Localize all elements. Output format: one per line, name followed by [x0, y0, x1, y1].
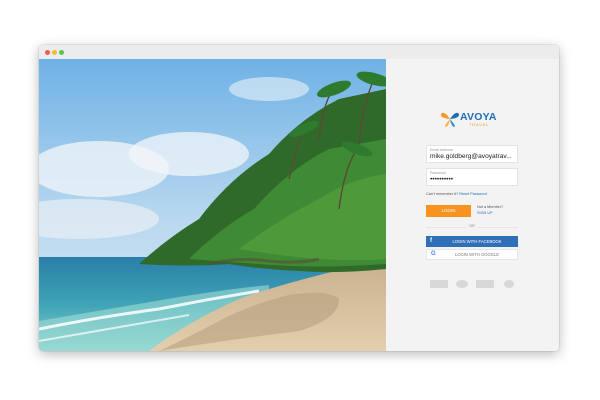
beach-hero-image — [39, 59, 386, 351]
window-titlebar — [39, 45, 559, 59]
signup-link[interactable]: SIGN UP — [477, 211, 493, 215]
minimize-window-button[interactable] — [52, 50, 57, 55]
partner-badge — [430, 280, 448, 288]
partner-badge — [456, 280, 468, 288]
reset-password-link[interactable]: Reset Password — [459, 192, 487, 196]
avoya-logo: AVOYA TRAVEL — [440, 110, 502, 128]
not-member-text: Not a Member? — [477, 205, 504, 209]
facebook-login-label: LOGIN WITH FACEBOOK — [452, 239, 502, 244]
browser-window: AVOYA TRAVEL Email Address mike.goldberg… — [39, 45, 559, 351]
password-label: Password — [430, 171, 446, 175]
partner-badges — [430, 280, 516, 289]
google-icon: G — [431, 251, 436, 257]
email-input[interactable]: mike.goldberg@avoyatrav... — [430, 153, 518, 160]
partner-badge — [476, 280, 494, 288]
email-field[interactable]: Email Address mike.goldberg@avoyatrav... — [426, 145, 518, 163]
forgot-prefix: Can't remember it? — [426, 192, 459, 196]
email-label: Email Address — [430, 148, 453, 152]
butterfly-icon — [440, 112, 460, 127]
beach-illustration — [39, 59, 386, 351]
facebook-icon: f — [430, 238, 432, 244]
or-text: OR — [466, 224, 478, 228]
forgot-password-row: Can't remember it? Reset Password — [426, 192, 487, 196]
maximize-window-button[interactable] — [59, 50, 64, 55]
partner-badge — [504, 280, 514, 288]
password-field[interactable]: Password •••••••••• — [426, 168, 518, 186]
login-panel: AVOYA TRAVEL Email Address mike.goldberg… — [386, 59, 559, 351]
google-login-label: LOGIN WITH GOOGLE — [454, 252, 500, 257]
brand-tagline: TRAVEL — [469, 122, 490, 127]
facebook-login-button[interactable]: f LOGIN WITH FACEBOOK — [426, 236, 518, 247]
google-login-button[interactable]: G LOGIN WITH GOOGLE — [426, 249, 518, 260]
login-button[interactable]: LOGIN — [426, 205, 471, 217]
close-window-button[interactable] — [45, 50, 50, 55]
password-input[interactable]: •••••••••• — [430, 176, 518, 183]
